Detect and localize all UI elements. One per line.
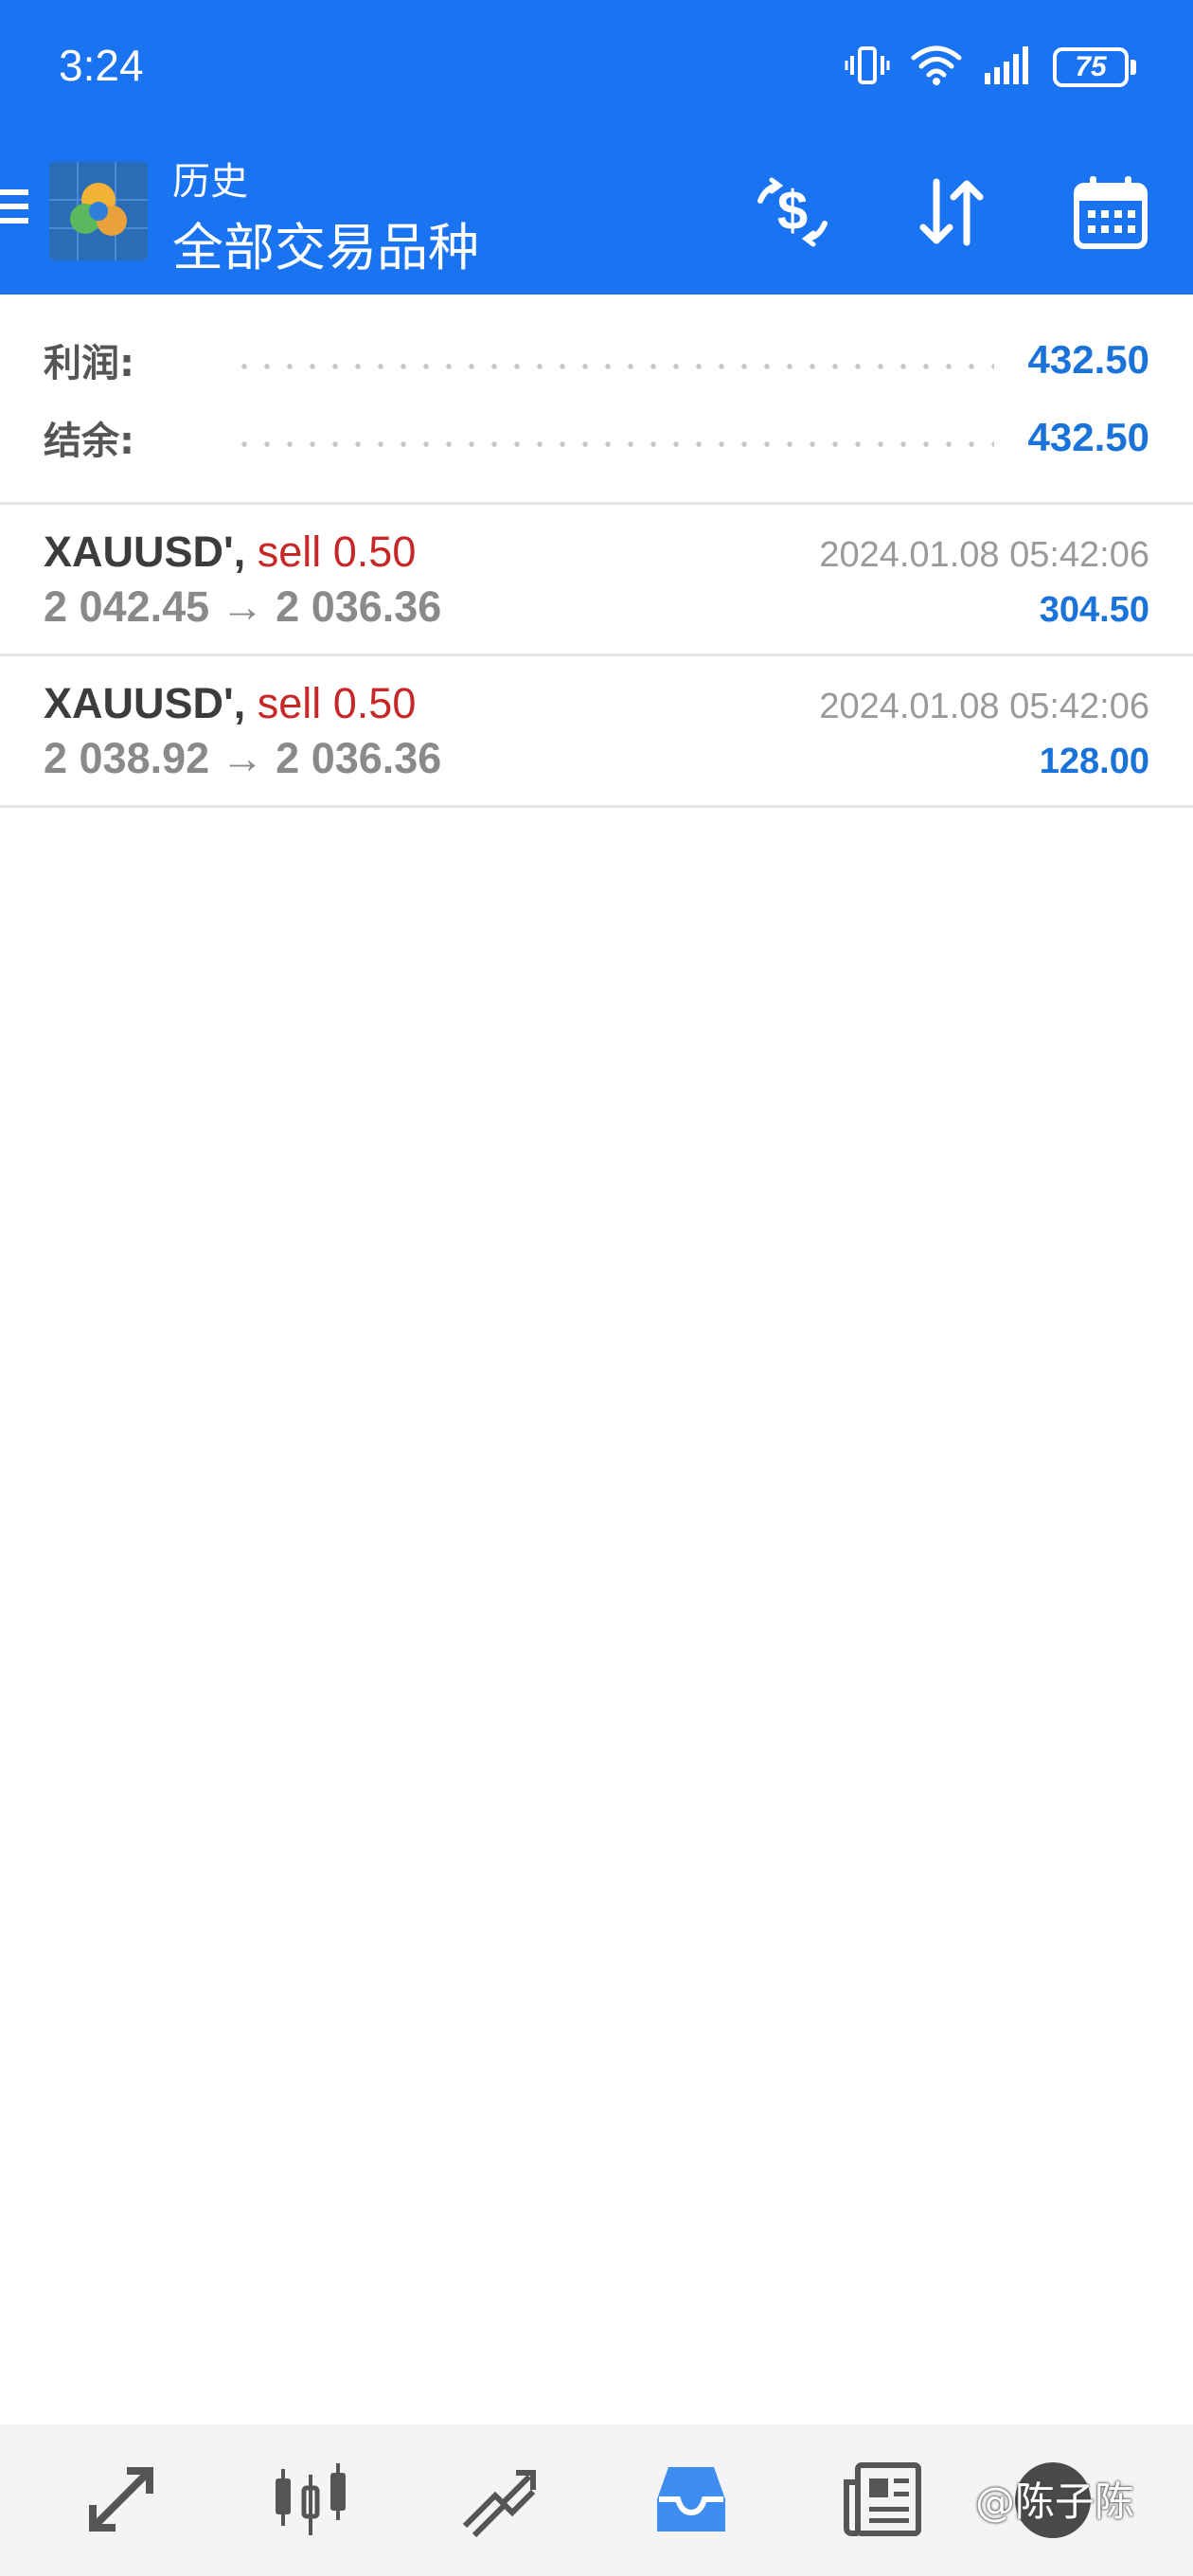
battery-icon: 75 — [1053, 47, 1136, 87]
balance-row: 结余: 432.50 — [44, 404, 1149, 471]
trade-icon — [457, 2460, 543, 2544]
dotted-leader — [233, 441, 994, 447]
trade-prices: 2 042.45 → 2 036.36 — [44, 582, 442, 631]
profit-label: 利润: — [44, 342, 134, 385]
signal-icon — [983, 45, 1032, 91]
profit-value: 432.50 — [1027, 337, 1149, 382]
deposit-withdraw-icon: $ — [753, 176, 832, 253]
trade-profit: 128.00 — [1039, 742, 1149, 781]
nav-history[interactable] — [644, 2459, 739, 2544]
screen-subtitle: 历史 — [172, 160, 248, 204]
balance-value: 432.50 — [1027, 415, 1149, 459]
wifi-icon — [911, 45, 962, 91]
svg-text:$: $ — [777, 180, 808, 242]
status-time: 3:24 — [59, 41, 144, 90]
header: 3:24 75 历史 全部交易品种 $ — [0, 0, 1193, 295]
calendar-icon — [1073, 174, 1148, 255]
menu-icon[interactable] — [0, 189, 30, 227]
nav-news[interactable] — [835, 2459, 930, 2544]
chart-icon — [268, 2460, 353, 2544]
status-icons: 75 — [845, 44, 1136, 91]
trade-time: 2024.01.08 05:42:06 — [819, 687, 1149, 726]
nav-quotes[interactable] — [74, 2459, 169, 2544]
trade-prices: 2 038.92 → 2 036.36 — [44, 734, 442, 782]
trade-row[interactable]: XAUUSD', sell 0.50 2 042.45 → 2 036.36 2… — [0, 505, 1193, 656]
calendar-button[interactable] — [1068, 171, 1153, 257]
dotted-leader — [233, 364, 994, 369]
quotes-icon — [81, 2460, 161, 2544]
trade-time: 2024.01.08 05:42:06 — [819, 535, 1149, 575]
sort-button[interactable] — [909, 171, 994, 257]
trade-symbol: XAUUSD', — [44, 528, 246, 576]
history-icon — [651, 2461, 731, 2542]
app-bar: 历史 全部交易品种 $ — [0, 137, 1193, 295]
battery-tip — [1131, 60, 1136, 75]
trade-profit: 304.50 — [1039, 590, 1149, 630]
deposit-withdraw-button[interactable]: $ — [750, 171, 835, 257]
news-icon — [843, 2460, 922, 2544]
trade-symbol-line: XAUUSD', sell 0.50 — [44, 528, 416, 577]
watermark: @陈子陈 — [975, 2478, 1135, 2525]
battery-level: 75 — [1053, 47, 1129, 87]
trade-symbol-line: XAUUSD', sell 0.50 — [44, 679, 416, 728]
nav-chart[interactable] — [263, 2459, 358, 2544]
trade-symbol: XAUUSD', — [44, 679, 246, 727]
trade-side: sell 0.50 — [257, 679, 417, 727]
trade-side: sell 0.50 — [257, 528, 417, 576]
summary-panel: 利润: 432.50 结余: 432.50 — [0, 295, 1193, 505]
bottom-nav: @陈子陈 — [0, 2424, 1193, 2576]
status-bar: 3:24 75 — [0, 0, 1193, 137]
symbol-filter[interactable]: 全部交易品种 — [172, 206, 479, 280]
sort-icon — [916, 176, 988, 253]
vibrate-icon — [845, 45, 890, 91]
balance-label: 结余: — [44, 420, 134, 463]
app-logo — [49, 162, 148, 260]
nav-trade[interactable] — [453, 2459, 547, 2544]
profit-row: 利润: 432.50 — [44, 327, 1149, 393]
trade-row[interactable]: XAUUSD', sell 0.50 2 038.92 → 2 036.36 2… — [0, 656, 1193, 808]
